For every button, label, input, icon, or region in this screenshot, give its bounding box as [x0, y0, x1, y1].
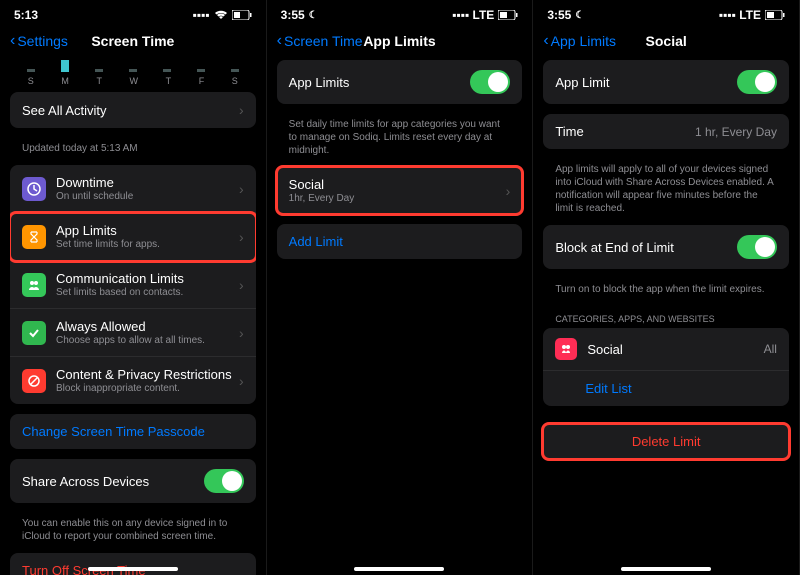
- social-category-icon: [555, 338, 577, 360]
- block-icon: [22, 369, 46, 393]
- nav-bar: ‹ Screen Time App Limits: [267, 26, 533, 60]
- chevron-right-icon: ›: [239, 102, 244, 118]
- moon-icon: ☾: [575, 10, 584, 21]
- chevron-right-icon: ›: [239, 325, 244, 341]
- communication-icon: [22, 273, 46, 297]
- downtime-row[interactable]: Downtime On until schedule ›: [10, 165, 256, 213]
- status-bar: 3:55 ☾ ▪▪▪▪ LTE: [533, 0, 799, 26]
- block-toggle[interactable]: [737, 235, 777, 259]
- chevron-right-icon: ›: [239, 277, 244, 293]
- page-title: App Limits: [363, 33, 435, 49]
- updated-text: Updated today at 5:13 AM: [10, 138, 256, 165]
- time-footer: App limits will apply to all of your dev…: [543, 159, 789, 225]
- time: 3:55: [281, 8, 305, 22]
- categories-header: CATEGORIES, APPS, AND WEBSITES: [543, 306, 789, 328]
- wifi-icon: [214, 10, 228, 20]
- chevron-right-icon: ›: [506, 183, 511, 199]
- chevron-right-icon: ›: [239, 373, 244, 389]
- social-limit-row[interactable]: Social 1hr, Every Day ›: [277, 167, 523, 214]
- edit-list[interactable]: Edit List: [543, 371, 789, 406]
- nav-bar: ‹ App Limits Social: [533, 26, 799, 60]
- app-limits-panel: 3:55 ☾ ▪▪▪▪ LTE ‹ Screen Time App Limits…: [267, 0, 534, 575]
- moon-icon: ☾: [309, 10, 318, 21]
- home-indicator[interactable]: [354, 567, 444, 571]
- share-footer: You can enable this on any device signed…: [10, 513, 256, 553]
- check-icon: [22, 321, 46, 345]
- communication-limits-row[interactable]: Communication Limits Set limits based on…: [10, 261, 256, 309]
- status-icons: ▪▪▪▪ LTE: [452, 8, 518, 22]
- always-allowed-row[interactable]: Always Allowed Choose apps to allow at a…: [10, 309, 256, 357]
- signal-icon: ▪▪▪▪: [193, 8, 210, 22]
- chevron-right-icon: ›: [239, 181, 244, 197]
- screen-time-panel: 5:13 ▪▪▪▪ ‹ Settings Screen Time SMTWTFS…: [0, 0, 267, 575]
- page-title: Screen Time: [91, 33, 174, 49]
- status-bar: 3:55 ☾ ▪▪▪▪ LTE: [267, 0, 533, 26]
- block-end-row[interactable]: Block at End of Limit: [543, 225, 789, 269]
- hourglass-icon: [22, 225, 46, 249]
- status-icons: ▪▪▪▪ LTE: [719, 8, 785, 22]
- home-indicator[interactable]: [88, 567, 178, 571]
- chevron-right-icon: ›: [239, 229, 244, 245]
- nav-bar: ‹ Settings Screen Time: [0, 26, 266, 60]
- signal-icon: ▪▪▪▪ LTE: [452, 8, 494, 22]
- back-button[interactable]: ‹ Screen Time: [277, 32, 363, 50]
- social-limit-panel: 3:55 ☾ ▪▪▪▪ LTE ‹ App Limits Social App …: [533, 0, 800, 575]
- battery-icon: [498, 10, 518, 20]
- downtime-icon: [22, 177, 46, 201]
- battery-icon: [765, 10, 785, 20]
- app-limits-toggle-row[interactable]: App Limits: [277, 60, 523, 104]
- back-button[interactable]: ‹ App Limits: [543, 32, 616, 50]
- add-limit[interactable]: Add Limit: [277, 224, 523, 259]
- chevron-left-icon: ‹: [277, 32, 282, 50]
- turn-off-screen-time[interactable]: Turn Off Screen Time: [10, 553, 256, 575]
- share-across-devices[interactable]: Share Across Devices: [10, 459, 256, 503]
- home-indicator[interactable]: [621, 567, 711, 571]
- app-limit-toggle[interactable]: [737, 70, 777, 94]
- content-privacy-row[interactable]: Content & Privacy Restrictions Block ina…: [10, 357, 256, 404]
- time-row[interactable]: Time 1 hr, Every Day: [543, 114, 789, 149]
- see-all-activity[interactable]: See All Activity ›: [10, 92, 256, 128]
- change-passcode[interactable]: Change Screen Time Passcode: [10, 414, 256, 449]
- toggle-footer: Set daily time limits for app categories…: [277, 114, 523, 167]
- status-icons: ▪▪▪▪: [193, 8, 252, 22]
- share-toggle[interactable]: [204, 469, 244, 493]
- delete-limit[interactable]: Delete Limit: [543, 424, 789, 459]
- time: 3:55: [547, 8, 571, 22]
- chevron-left-icon: ‹: [543, 32, 548, 50]
- block-footer: Turn on to block the app when the limit …: [543, 279, 789, 306]
- status-bar: 5:13 ▪▪▪▪: [0, 0, 266, 26]
- page-title: Social: [646, 33, 687, 49]
- chevron-left-icon: ‹: [10, 32, 15, 50]
- battery-icon: [232, 10, 252, 20]
- category-social-row[interactable]: Social All: [543, 328, 789, 371]
- app-limit-toggle-row[interactable]: App Limit: [543, 60, 789, 104]
- app-limits-toggle[interactable]: [470, 70, 510, 94]
- back-button[interactable]: ‹ Settings: [10, 32, 68, 50]
- signal-icon: ▪▪▪▪ LTE: [719, 8, 761, 22]
- time: 5:13: [14, 8, 38, 22]
- usage-chart: [10, 60, 256, 74]
- app-limits-row[interactable]: App Limits Set time limits for apps. ›: [10, 213, 256, 261]
- days-row: SMTWTFS: [10, 74, 256, 92]
